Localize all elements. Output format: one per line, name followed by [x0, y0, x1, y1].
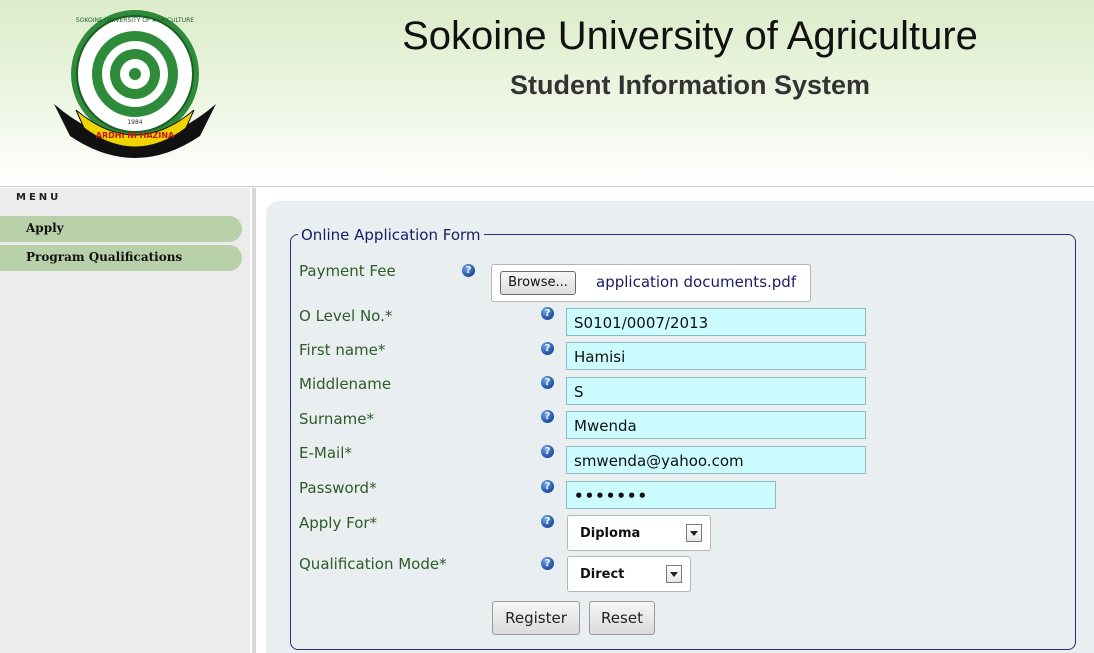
- help-icon[interactable]: ?: [541, 445, 554, 458]
- help-icon[interactable]: ?: [541, 410, 554, 423]
- reset-button[interactable]: Reset: [589, 601, 655, 635]
- page-subtitle: Student Information System: [509, 70, 871, 100]
- help-icon[interactable]: ?: [541, 480, 554, 493]
- help-icon[interactable]: ?: [541, 342, 554, 355]
- qualification-mode-label: Qualification Mode*: [299, 555, 447, 573]
- email-label: E-Mail*: [299, 444, 352, 462]
- help-icon[interactable]: ?: [541, 515, 554, 528]
- browse-button[interactable]: Browse...: [500, 271, 576, 295]
- chevron-down-icon[interactable]: [666, 565, 682, 583]
- apply-for-label: Apply For*: [299, 514, 378, 532]
- sidebar-item-label: Apply: [26, 221, 64, 235]
- first-name-field[interactable]: Hamisi: [566, 342, 866, 370]
- logo-motto: ARDHI NI HAZINA: [96, 131, 175, 140]
- qualification-mode-select[interactable]: Direct: [567, 556, 691, 592]
- first-name-label: First name*: [299, 341, 386, 359]
- qualification-mode-value: Direct: [580, 567, 625, 582]
- payment-fee-label: Payment Fee: [299, 262, 396, 280]
- sidebar-item-label: Program Qualifications: [26, 250, 183, 264]
- sidebar-item-program-qualifications[interactable]: Program Qualifications: [0, 245, 242, 271]
- selected-file-name: application documents.pdf: [596, 273, 797, 291]
- apply-for-select[interactable]: Diploma: [567, 515, 711, 551]
- page-title: Sokoine University of Agriculture: [402, 14, 978, 58]
- apply-for-value: Diploma: [580, 526, 641, 541]
- menu-label: MENU: [16, 192, 62, 203]
- help-icon[interactable]: ?: [541, 557, 554, 570]
- surname-label: Surname*: [299, 410, 374, 428]
- help-icon[interactable]: ?: [462, 264, 475, 277]
- o-level-label: O Level No.*: [299, 307, 393, 325]
- logo-year: 1984: [127, 119, 142, 126]
- page-header: ARDHI NI HAZINA 1984 SOKOINE UNIVERSITY …: [0, 0, 1094, 187]
- form-legend: Online Application Form: [298, 226, 484, 244]
- o-level-field[interactable]: S0101/0007/2013: [566, 308, 866, 336]
- chevron-down-icon[interactable]: [686, 524, 702, 542]
- help-icon[interactable]: ?: [541, 307, 554, 320]
- university-logo: ARDHI NI HAZINA 1984 SOKOINE UNIVERSITY …: [54, 10, 216, 158]
- sidebar-item-apply[interactable]: Apply: [0, 216, 242, 242]
- register-button[interactable]: Register: [492, 601, 580, 635]
- sidebar: MENU Apply Program Qualifications: [0, 188, 250, 653]
- logo-ring-text: SOKOINE UNIVERSITY OF AGRICULTURE: [76, 17, 194, 24]
- middlename-field[interactable]: S: [566, 377, 866, 405]
- email-field[interactable]: smwenda@yahoo.com: [566, 446, 866, 474]
- password-field[interactable]: •••••••: [566, 481, 776, 509]
- sidebar-border: [252, 188, 256, 653]
- surname-field[interactable]: Mwenda: [566, 411, 866, 439]
- help-icon[interactable]: ?: [541, 376, 554, 389]
- password-label: Password*: [299, 479, 377, 497]
- middlename-label: Middlename: [299, 375, 392, 393]
